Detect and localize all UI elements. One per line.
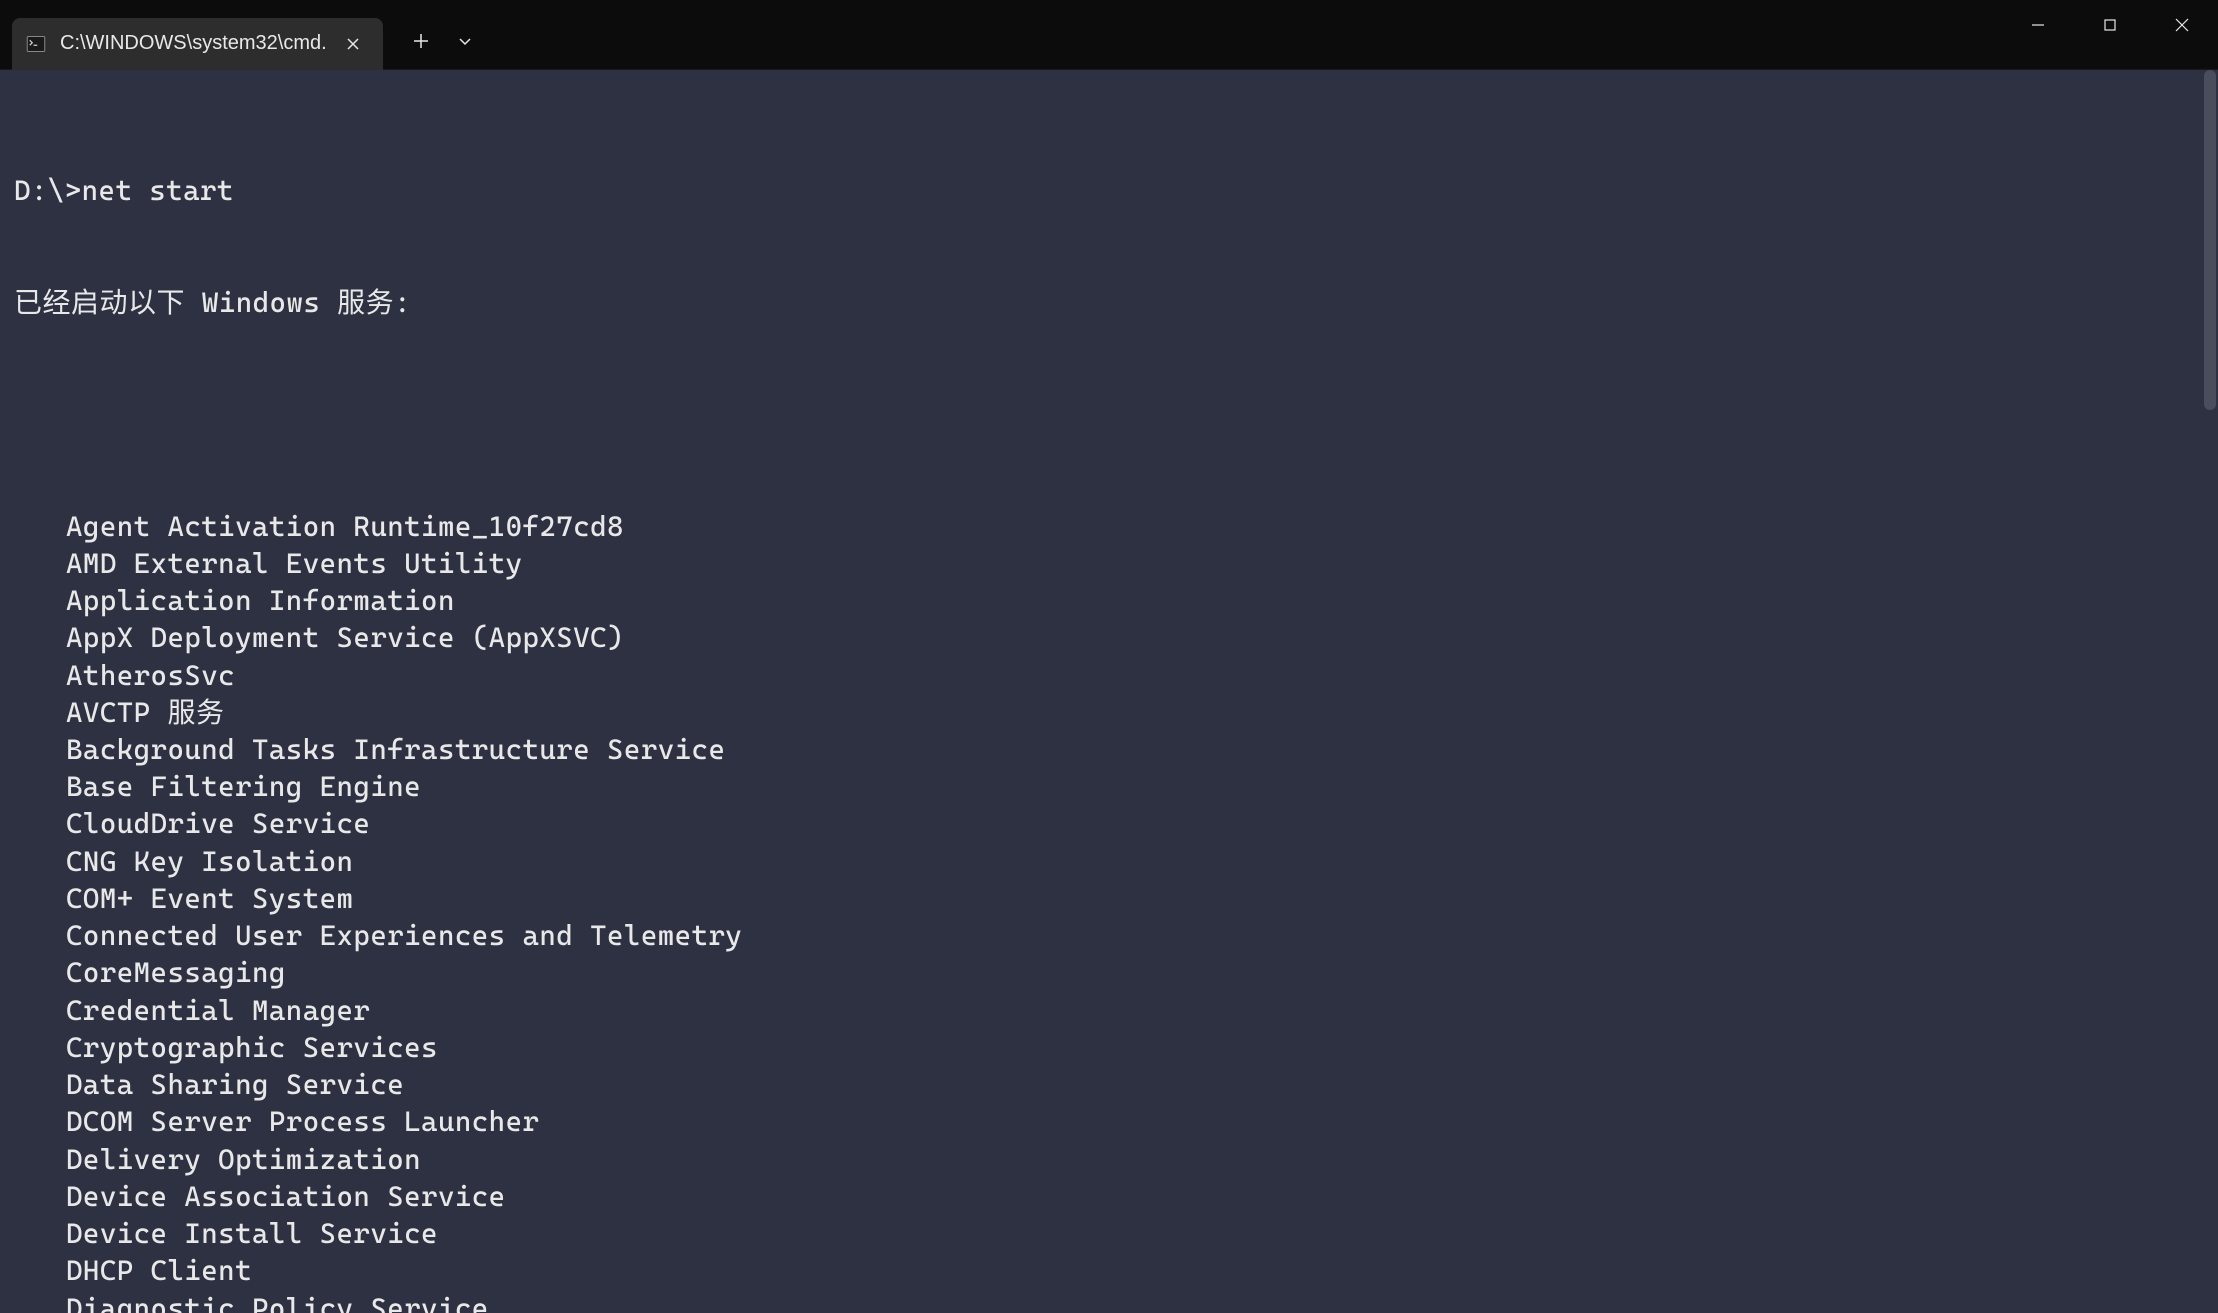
service-item: CoreMessaging <box>14 954 2204 991</box>
service-item: Agent Activation Runtime_10f27cd8 <box>14 508 2204 545</box>
service-item: CNG Key Isolation <box>14 843 2204 880</box>
terminal-content[interactable]: D:\>net start 已经启动以下 Windows 服务: Agent A… <box>0 70 2218 1313</box>
services-list: Agent Activation Runtime_10f27cd8AMD Ext… <box>14 508 2204 1313</box>
service-item: Base Filtering Engine <box>14 768 2204 805</box>
service-item: Credential Manager <box>14 992 2204 1029</box>
window-controls <box>2002 0 2218 69</box>
tabs-area: C:\WINDOWS\system32\cmd. <box>0 0 483 69</box>
service-item: AppX Deployment Service (AppXSVC) <box>14 619 2204 656</box>
service-item: Data Sharing Service <box>14 1066 2204 1103</box>
service-item: AMD External Events Utility <box>14 545 2204 582</box>
close-window-button[interactable] <box>2146 0 2218 50</box>
tab-dropdown-button[interactable] <box>447 19 483 63</box>
service-item: AtherosSvc <box>14 657 2204 694</box>
titlebar: C:\WINDOWS\system32\cmd. <box>0 0 2218 70</box>
service-item: CloudDrive Service <box>14 805 2204 842</box>
service-item: Application Information <box>14 582 2204 619</box>
service-item: Device Install Service <box>14 1215 2204 1252</box>
terminal-output: D:\>net start 已经启动以下 Windows 服务: Agent A… <box>14 98 2204 1313</box>
scrollbar-thumb[interactable] <box>2204 70 2216 410</box>
minimize-button[interactable] <box>2002 0 2074 50</box>
cmd-icon <box>24 32 48 56</box>
new-tab-button[interactable] <box>399 19 443 63</box>
maximize-button[interactable] <box>2074 0 2146 50</box>
service-item: DCOM Server Process Launcher <box>14 1103 2204 1140</box>
service-item: Background Tasks Infrastructure Service <box>14 731 2204 768</box>
service-item: DHCP Client <box>14 1252 2204 1289</box>
service-item: Device Association Service <box>14 1178 2204 1215</box>
tab-close-button[interactable] <box>339 30 367 58</box>
scrollbar[interactable] <box>2202 70 2218 1313</box>
command-prompt-line: D:\>net start <box>14 172 2204 209</box>
service-item: COM+ Event System <box>14 880 2204 917</box>
service-item: AVCTP 服务 <box>14 694 2204 731</box>
service-item: Delivery Optimization <box>14 1141 2204 1178</box>
tab-title: C:\WINDOWS\system32\cmd. <box>60 32 327 55</box>
service-item: Diagnostic Policy Service <box>14 1290 2204 1313</box>
services-header: 已经启动以下 Windows 服务: <box>14 284 2204 321</box>
blank-line <box>14 396 2204 433</box>
tab-cmd[interactable]: C:\WINDOWS\system32\cmd. <box>12 18 383 70</box>
service-item: Connected User Experiences and Telemetry <box>14 917 2204 954</box>
service-item: Cryptographic Services <box>14 1029 2204 1066</box>
